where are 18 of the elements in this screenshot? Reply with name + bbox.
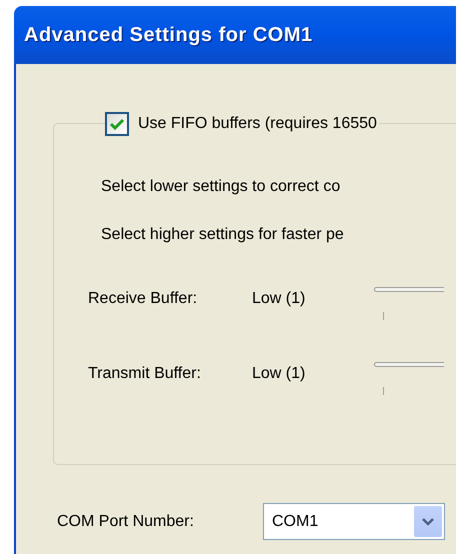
checkbox[interactable] [105,112,129,136]
tick-mark [383,312,384,320]
window-title: Advanced Settings for COM1 [24,23,313,48]
checkbox-label[interactable]: Use FIFO buffers (requires 16550 [138,112,377,136]
buffer-label: Receive Buffer: [88,289,198,309]
slider-track[interactable] [374,287,444,292]
dropdown-button[interactable] [414,506,442,537]
buffer-reading: Low (1) [252,289,306,309]
chevron-down-icon [422,518,434,526]
tick-mark [383,387,384,395]
buffer-reading: Low (1) [252,364,306,384]
note-text: Select lower settings to correct co [101,177,342,197]
checkmark-icon [110,118,124,130]
slider-track[interactable] [374,362,444,367]
com-port-label: COM Port Number: [57,512,195,532]
note-text: Select higher settings for faster pe [101,225,345,245]
buffer-label: Transmit Buffer: [88,364,202,384]
com-port-dropdown[interactable]: COM1 [263,503,445,540]
